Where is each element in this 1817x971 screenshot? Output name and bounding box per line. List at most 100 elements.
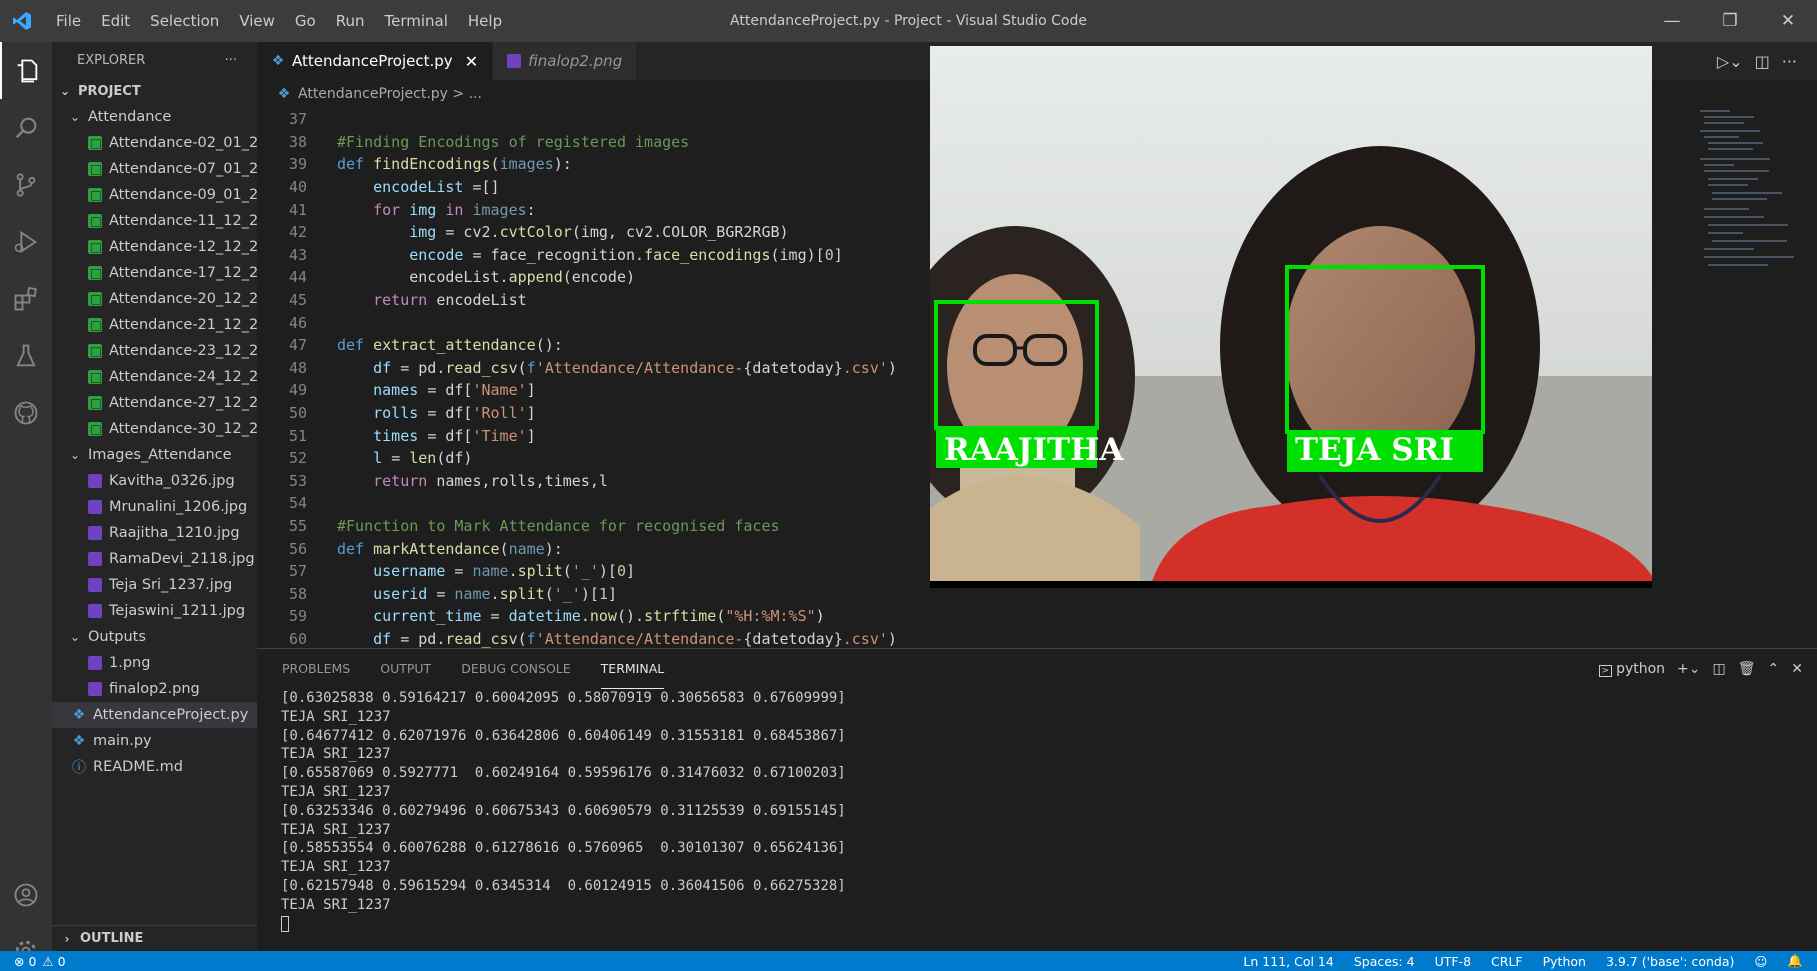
file-item[interactable]: 1.png: [52, 650, 257, 676]
minimap[interactable]: [1700, 108, 1805, 648]
tab-terminal[interactable]: TERMINAL: [600, 649, 665, 689]
terminal-line: [0.63253346 0.60279496 0.60675343 0.6069…: [281, 802, 846, 819]
file-label: main.py: [93, 733, 152, 749]
line-number: 44: [288, 268, 307, 287]
folder-outputs[interactable]: ⌄ Outputs: [52, 624, 257, 650]
file-item[interactable]: Attendance-23_12_2...: [52, 338, 257, 364]
file-item[interactable]: Attendance-21_12_2...: [52, 312, 257, 338]
terminal-line: [0.63025838 0.59164217 0.60042095 0.5807…: [281, 690, 846, 706]
file-label: Tejaswini_1211.jpg: [109, 603, 246, 619]
tab-finalop2-png[interactable]: finalop2.png: [493, 42, 638, 80]
file-item[interactable]: Attendance-20_12_2...: [52, 286, 257, 312]
terminal-prompt[interactable]: [281, 915, 1817, 934]
folder-label: Images_Attendance: [88, 447, 232, 463]
title-bar: File Edit Selection View Go Run Terminal…: [0, 0, 1817, 42]
python-interpreter[interactable]: 3.9.7 ('base': conda): [1606, 954, 1734, 969]
image-file-icon: [88, 682, 102, 696]
tab-output[interactable]: OUTPUT: [380, 649, 431, 689]
encoding[interactable]: UTF-8: [1435, 954, 1471, 969]
image-file-icon: [88, 578, 102, 592]
activity-bar: 1: [0, 42, 52, 970]
tab-problems[interactable]: PROBLEMS: [282, 649, 350, 689]
file-item[interactable]: RamaDevi_2118.jpg: [52, 546, 257, 572]
chevron-down-icon: ⌄: [59, 84, 71, 98]
errors-count[interactable]: ⊗ 0: [14, 954, 36, 969]
menu-go[interactable]: Go: [285, 0, 326, 42]
restore-button[interactable]: ❐: [1701, 0, 1759, 42]
explorer-icon[interactable]: [0, 42, 52, 99]
folder-attendance[interactable]: ⌄ Attendance: [52, 104, 257, 130]
minimize-button[interactable]: —: [1643, 0, 1701, 42]
menu-selection[interactable]: Selection: [140, 0, 229, 42]
kill-terminal-trash-icon[interactable]: 🗑: [1738, 661, 1756, 677]
close-window-button[interactable]: ✕: [1759, 0, 1817, 42]
info-icon: ⓘ: [72, 760, 86, 776]
menu-help[interactable]: Help: [458, 0, 512, 42]
testing-icon[interactable]: [0, 327, 52, 384]
menu-edit[interactable]: Edit: [91, 0, 140, 42]
file-item[interactable]: Teja Sri_1237.jpg: [52, 572, 257, 598]
terminal-shell-selector[interactable]: > python: [1598, 661, 1665, 677]
menu-file[interactable]: File: [46, 0, 91, 42]
line-number: 54: [288, 494, 307, 513]
line-number: 39: [288, 155, 307, 174]
csv-file-icon: [88, 240, 102, 254]
feedback-icon[interactable]: ☺: [1754, 954, 1767, 969]
file-label: Attendance-21_12_2...: [109, 317, 257, 333]
file-item[interactable]: Attendance-11_12_2...: [52, 208, 257, 234]
explorer-more-button[interactable]: ···: [225, 53, 237, 68]
file-item[interactable]: Attendance-09_01_2...: [52, 182, 257, 208]
file-item[interactable]: Attendance-30_12_2...: [52, 416, 257, 442]
split-editor-button[interactable]: ◫: [1755, 52, 1770, 71]
file-item[interactable]: Mrunalini_1206.jpg: [52, 494, 257, 520]
file-item[interactable]: Attendance-12_12_2...: [52, 234, 257, 260]
outline-section[interactable]: › OUTLINE: [52, 925, 257, 951]
end-of-line[interactable]: CRLF: [1491, 954, 1523, 969]
file-item[interactable]: Attendance-17_12_2...: [52, 260, 257, 286]
line-number: 60: [288, 629, 307, 648]
warnings-count[interactable]: ⚠ 0: [42, 954, 65, 969]
menu-run[interactable]: Run: [326, 0, 375, 42]
line-number: 46: [288, 313, 307, 332]
menu-view[interactable]: View: [229, 0, 285, 42]
file-item[interactable]: finalop2.png: [52, 676, 257, 702]
github-icon[interactable]: [0, 384, 52, 441]
search-icon[interactable]: [0, 99, 52, 156]
file-item[interactable]: Attendance-27_12_2...: [52, 390, 257, 416]
notifications-bell-icon[interactable]: 🔔: [1787, 953, 1803, 969]
tab-debug-console[interactable]: DEBUG CONSOLE: [461, 649, 570, 689]
source-control-icon[interactable]: [0, 156, 52, 213]
file-readme-md[interactable]: ⓘ README.md: [52, 754, 257, 780]
file-attendanceproject-py[interactable]: ❖ AttendanceProject.py: [52, 702, 257, 728]
run-file-button[interactable]: ▷⌄: [1717, 52, 1743, 71]
split-terminal-button[interactable]: ◫: [1713, 661, 1726, 677]
project-section[interactable]: ⌄ PROJECT: [52, 78, 257, 104]
new-terminal-button[interactable]: +⌄: [1677, 661, 1700, 677]
python-file-icon: ❖: [271, 53, 285, 69]
extensions-icon[interactable]: [0, 270, 52, 327]
file-item[interactable]: Tejaswini_1211.jpg: [52, 598, 257, 624]
cursor-position[interactable]: Ln 111, Col 14: [1243, 954, 1333, 969]
file-item[interactable]: Attendance-07_01_2...: [52, 156, 257, 182]
close-panel-button[interactable]: ✕: [1791, 661, 1803, 677]
language-mode[interactable]: Python: [1543, 954, 1586, 969]
file-item[interactable]: Attendance-02_01_2...: [52, 130, 257, 156]
indentation[interactable]: Spaces: 4: [1354, 954, 1415, 969]
line-number: 42: [288, 223, 307, 242]
file-item[interactable]: Attendance-24_12_2...: [52, 364, 257, 390]
maximize-panel-button[interactable]: ⌃: [1768, 661, 1780, 677]
file-item[interactable]: Kavitha_0326.jpg: [52, 468, 257, 494]
breadcrumb-path[interactable]: AttendanceProject.py > ...: [298, 86, 482, 102]
file-main-py[interactable]: ❖ main.py: [52, 728, 257, 754]
tab-close-button[interactable]: ✕: [465, 52, 478, 71]
menu-terminal[interactable]: Terminal: [375, 0, 458, 42]
image-file-icon: [88, 604, 102, 618]
csv-file-icon: [88, 214, 102, 228]
file-item[interactable]: Raajitha_1210.jpg: [52, 520, 257, 546]
accounts-icon[interactable]: [0, 866, 52, 923]
run-debug-icon[interactable]: [0, 213, 52, 270]
tab-attendanceproject-py[interactable]: ❖ AttendanceProject.py ✕: [257, 42, 494, 80]
more-actions-button[interactable]: ···: [1782, 52, 1797, 71]
terminal-output[interactable]: [0.63025838 0.59164217 0.60042095 0.5807…: [257, 689, 1817, 933]
folder-images-attendance[interactable]: ⌄ Images_Attendance: [52, 442, 257, 468]
